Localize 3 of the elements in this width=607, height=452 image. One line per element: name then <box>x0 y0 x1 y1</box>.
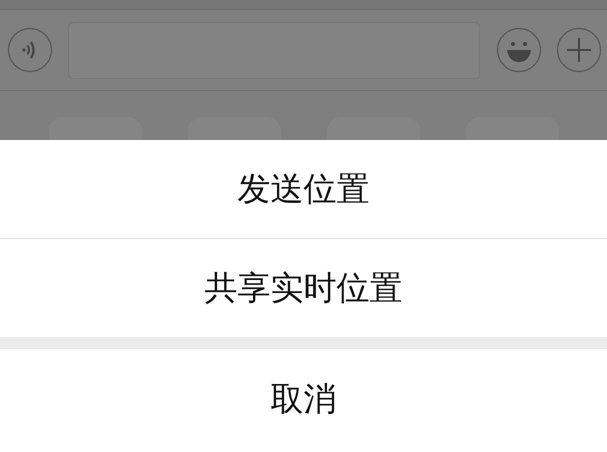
smiley-icon[interactable] <box>496 27 542 73</box>
voice-icon[interactable] <box>7 27 53 73</box>
plus-icon[interactable] <box>556 27 602 73</box>
